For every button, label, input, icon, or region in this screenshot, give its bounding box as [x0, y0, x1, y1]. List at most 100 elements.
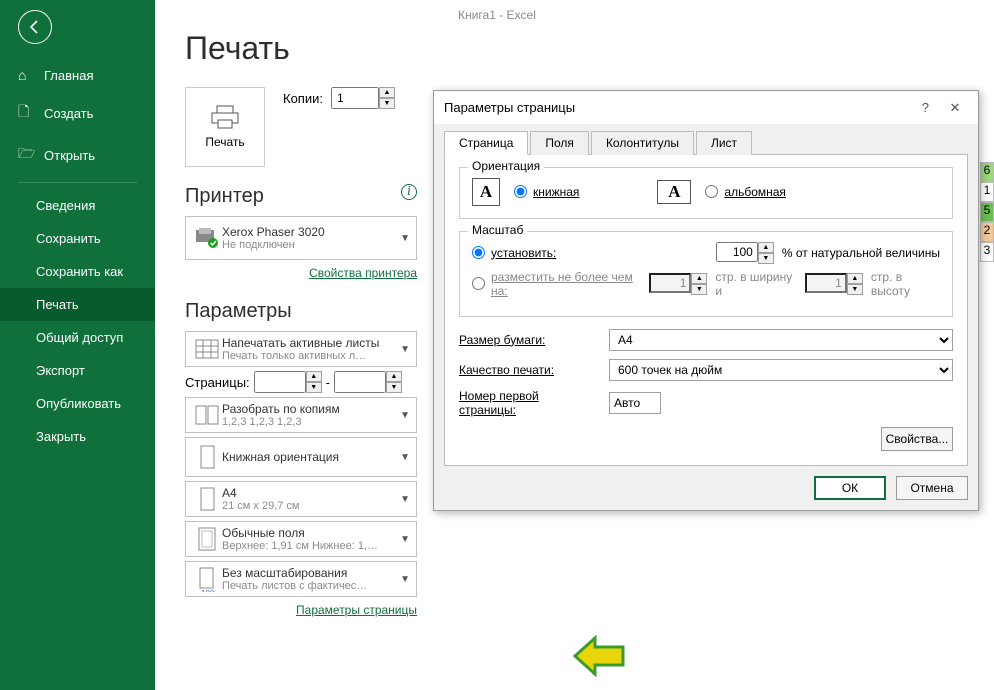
scale-set-radio[interactable]: установить: [472, 246, 556, 260]
margins-icon [192, 526, 222, 552]
paper-size-row: Размер бумаги: A4 [459, 329, 953, 351]
new-icon: 🗋 [18, 101, 36, 125]
scale-up[interactable]: ▲ [758, 242, 774, 253]
worksheet-icon [192, 339, 222, 359]
chevron-down-icon: ▼ [400, 344, 410, 355]
annotation-arrow [571, 634, 627, 683]
first-page-row: Номер первой страницы: [459, 389, 953, 417]
nav-share[interactable]: Общий доступ [0, 321, 155, 354]
orientation-dropdown[interactable]: Книжная ориентация ▼ [185, 437, 417, 477]
print-quality-row: Качество печати: 600 точек на дюйм [459, 359, 953, 381]
portrait-letter-icon: A [472, 178, 500, 206]
nav-save[interactable]: Сохранить [0, 222, 155, 255]
paper-dropdown[interactable]: A421 см x 29,7 см ▼ [185, 481, 417, 517]
scaling-dropdown[interactable]: 100 Без масштабированияПечать листов с ф… [185, 561, 417, 597]
page-to-down[interactable]: ▼ [386, 382, 402, 393]
orientation-portrait-radio[interactable]: книжная [514, 185, 579, 199]
ok-button[interactable]: ОК [814, 476, 886, 500]
dialog-buttons: ОК Отмена [434, 466, 978, 510]
margins-dropdown[interactable]: Обычные поляВерхнее: 1,91 см Нижнее: 1,…… [185, 521, 417, 557]
fit-height-input[interactable] [805, 273, 847, 293]
pages-label: Страницы: [185, 375, 250, 390]
chevron-down-icon: ▼ [400, 534, 410, 545]
page-to-input[interactable] [334, 371, 386, 393]
page-setup-link[interactable]: Параметры страницы [296, 603, 417, 617]
nav-export[interactable]: Экспорт [0, 354, 155, 387]
printer-info-icon[interactable]: i [401, 184, 417, 200]
printer-properties-link[interactable]: Свойства принтера [309, 266, 417, 280]
cell: 1 [980, 182, 994, 202]
page-from-input[interactable] [254, 371, 306, 393]
nav-publish[interactable]: Опубликовать [0, 387, 155, 420]
arrow-left-icon [27, 19, 43, 35]
printer-name: Xerox Phaser 3020 [222, 225, 400, 239]
scale-down[interactable]: ▼ [758, 253, 774, 264]
scale-percent-input[interactable] [716, 242, 758, 262]
fit-w-down[interactable]: ▼ [691, 284, 707, 295]
dialog-tabs: Страница Поля Колонтитулы Лист [434, 124, 978, 154]
fit-h-up[interactable]: ▲ [847, 273, 863, 284]
page-from-up[interactable]: ▲ [306, 371, 322, 382]
cell: 6 [980, 162, 994, 182]
printer-status: Не подключен [222, 239, 400, 251]
print-quality-select[interactable]: 600 точек на дюйм [609, 359, 953, 381]
copies-input[interactable] [331, 87, 379, 109]
print-what-dropdown[interactable]: Напечатать активные листы Печать только … [185, 331, 417, 367]
printer-section: Принтер [185, 185, 264, 208]
first-page-input[interactable] [609, 392, 661, 414]
landscape-letter-icon: A [657, 180, 691, 204]
paper-size-select[interactable]: A4 [609, 329, 953, 351]
copies-row: Копии: ▲ ▼ [283, 87, 395, 109]
fit-w-up[interactable]: ▲ [691, 273, 707, 284]
orientation-landscape-radio[interactable]: альбомная [705, 185, 786, 199]
tab-margins[interactable]: Поля [530, 131, 589, 155]
scale-fit-row: разместить не более чем на: ▲▼ стр. в ши… [472, 270, 940, 298]
nav-close[interactable]: Закрыть [0, 420, 155, 453]
orientation-group: Ориентация A книжная A альбомная [459, 167, 953, 219]
scaling-icon: 100 [192, 566, 222, 592]
nav-print[interactable]: Печать [0, 288, 155, 321]
nav-divider [18, 182, 137, 183]
copies-up[interactable]: ▲ [379, 87, 395, 98]
printer-dropdown[interactable]: Xerox Phaser 3020 Не подключен ▼ [185, 216, 417, 260]
chevron-down-icon: ▼ [400, 233, 410, 244]
print-button[interactable]: Печать [185, 87, 265, 167]
properties-button[interactable]: Свойства... [881, 427, 953, 451]
cancel-button[interactable]: Отмена [896, 476, 968, 500]
tab-sheet[interactable]: Лист [696, 131, 752, 155]
fit-width-input[interactable] [649, 273, 691, 293]
cell: 5 [980, 202, 994, 222]
chevron-down-icon: ▼ [400, 452, 410, 463]
nav-home[interactable]: ⌂Главная [0, 58, 155, 92]
nav-save-as[interactable]: Сохранить как [0, 255, 155, 288]
print-button-label: Печать [205, 135, 244, 149]
cell: 2 [980, 222, 994, 242]
printer-icon [209, 105, 241, 129]
nav-open[interactable]: 🗁Открыть [0, 134, 155, 176]
page-icon [192, 486, 222, 512]
back-button[interactable] [18, 10, 52, 44]
chevron-down-icon: ▼ [400, 410, 410, 421]
nav-new[interactable]: 🗋Создать [0, 92, 155, 134]
page-title: Печать [185, 30, 994, 67]
chevron-down-icon: ▼ [400, 494, 410, 505]
tab-header-footer[interactable]: Колонтитулы [591, 131, 694, 155]
copies-down[interactable]: ▼ [379, 98, 395, 109]
portrait-page-icon [192, 444, 222, 470]
home-icon: ⌂ [18, 67, 36, 83]
nav-info[interactable]: Сведения [0, 189, 155, 222]
page-to-up[interactable]: ▲ [386, 371, 402, 382]
close-button[interactable]: ✕ [942, 98, 968, 118]
page-from-down[interactable]: ▼ [306, 382, 322, 393]
printer-section-row: Принтер i [185, 167, 417, 216]
chevron-down-icon: ▼ [400, 574, 410, 585]
page-setup-dialog: Параметры страницы ? ✕ Страница Поля Кол… [433, 90, 979, 511]
scale-fit-radio[interactable]: разместить не более чем на: [472, 270, 641, 298]
collate-dropdown[interactable]: Разобрать по копиям1,2,3 1,2,3 1,2,3 ▼ [185, 397, 417, 433]
help-button[interactable]: ? [912, 97, 938, 117]
backstage-sidebar: ⌂Главная 🗋Создать 🗁Открыть Сведения Сохр… [0, 0, 155, 690]
tab-page[interactable]: Страница [444, 131, 528, 155]
copies-label: Копии: [283, 91, 323, 106]
fit-h-down[interactable]: ▼ [847, 284, 863, 295]
printer-offline-icon [192, 227, 222, 249]
